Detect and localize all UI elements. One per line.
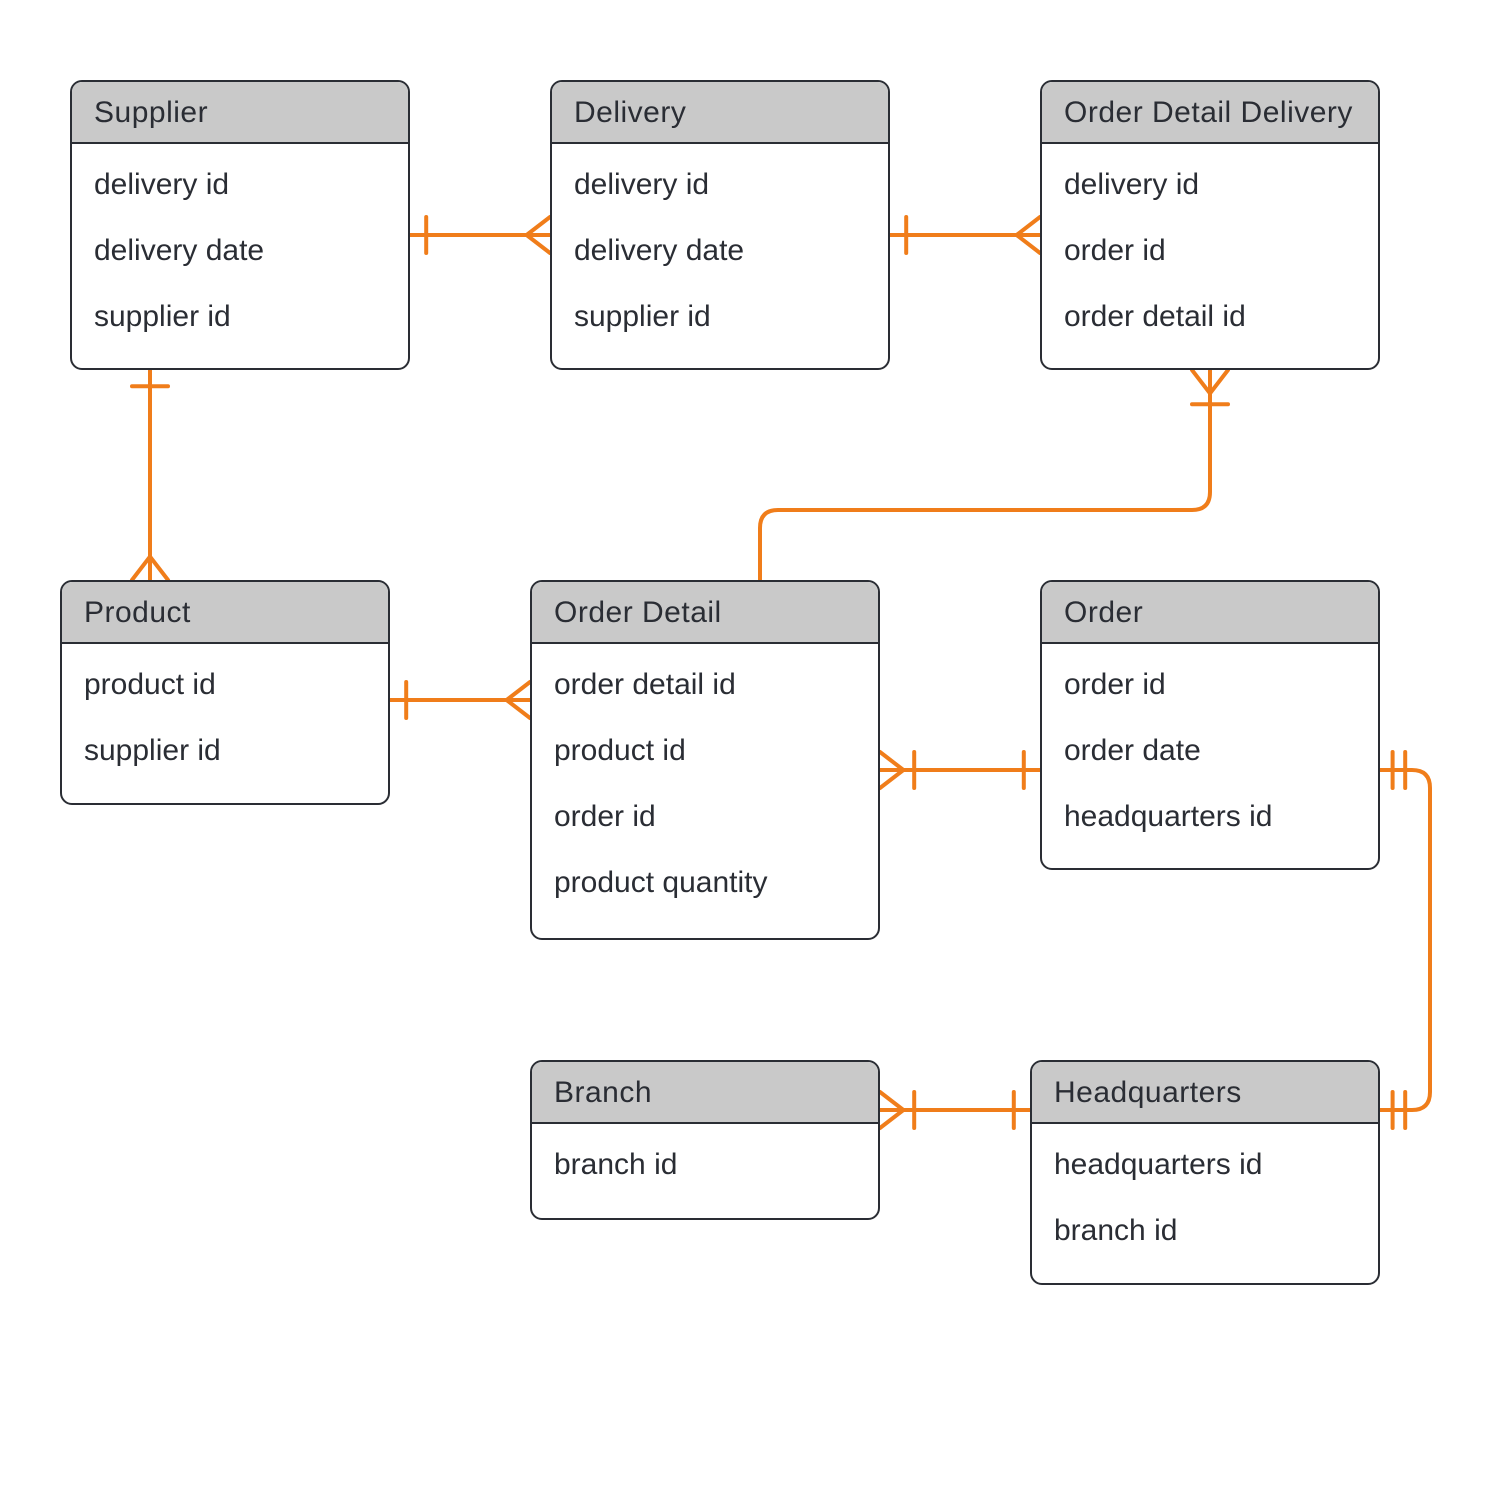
entity-attrs: order detail id product id order id prod… bbox=[532, 644, 878, 924]
attr: delivery date bbox=[552, 218, 888, 284]
entity-order-detail[interactable]: Order Detail order detail id product id … bbox=[530, 580, 880, 940]
attr: headquarters id bbox=[1042, 784, 1378, 850]
entity-product[interactable]: Product product id supplier id bbox=[60, 580, 390, 805]
attr: product id bbox=[532, 718, 878, 784]
attr: delivery date bbox=[72, 218, 408, 284]
entity-branch[interactable]: Branch branch id bbox=[530, 1060, 880, 1220]
entity-title: Branch bbox=[532, 1062, 878, 1124]
entity-attrs: delivery id order id order detail id bbox=[1042, 144, 1378, 358]
attr: order id bbox=[1042, 218, 1378, 284]
attr: order detail id bbox=[532, 652, 878, 718]
entity-title: Headquarters bbox=[1032, 1062, 1378, 1124]
attr: supplier id bbox=[552, 284, 888, 350]
entity-supplier[interactable]: Supplier delivery id delivery date suppl… bbox=[70, 80, 410, 370]
entity-attrs: branch id bbox=[532, 1124, 878, 1206]
attr: order id bbox=[532, 784, 878, 850]
attr: headquarters id bbox=[1032, 1132, 1378, 1198]
entity-order-detail-delivery[interactable]: Order Detail Delivery delivery id order … bbox=[1040, 80, 1380, 370]
entity-title: Supplier bbox=[72, 82, 408, 144]
entity-title: Product bbox=[62, 582, 388, 644]
entity-order[interactable]: Order order id order date headquarters i… bbox=[1040, 580, 1380, 870]
attr: order detail id bbox=[1042, 284, 1378, 350]
attr: delivery id bbox=[552, 152, 888, 218]
attr: branch id bbox=[1032, 1198, 1378, 1264]
entity-title: Order bbox=[1042, 582, 1378, 644]
entity-title: Order Detail bbox=[532, 582, 878, 644]
er-diagram-canvas: Supplier delivery id delivery date suppl… bbox=[0, 0, 1500, 1500]
entity-attrs: delivery id delivery date supplier id bbox=[552, 144, 888, 358]
entity-attrs: delivery id delivery date supplier id bbox=[72, 144, 408, 358]
entity-headquarters[interactable]: Headquarters headquarters id branch id bbox=[1030, 1060, 1380, 1285]
entity-attrs: order id order date headquarters id bbox=[1042, 644, 1378, 858]
entity-attrs: product id supplier id bbox=[62, 644, 388, 792]
entity-delivery[interactable]: Delivery delivery id delivery date suppl… bbox=[550, 80, 890, 370]
attr: product id bbox=[62, 652, 388, 718]
attr: product quantity bbox=[532, 850, 878, 916]
entity-attrs: headquarters id branch id bbox=[1032, 1124, 1378, 1272]
attr: supplier id bbox=[72, 284, 408, 350]
attr: order id bbox=[1042, 652, 1378, 718]
attr: delivery id bbox=[72, 152, 408, 218]
attr: delivery id bbox=[1042, 152, 1378, 218]
entity-title: Delivery bbox=[552, 82, 888, 144]
attr: order date bbox=[1042, 718, 1378, 784]
entity-title: Order Detail Delivery bbox=[1042, 82, 1378, 144]
attr: supplier id bbox=[62, 718, 388, 784]
attr: branch id bbox=[532, 1132, 878, 1198]
